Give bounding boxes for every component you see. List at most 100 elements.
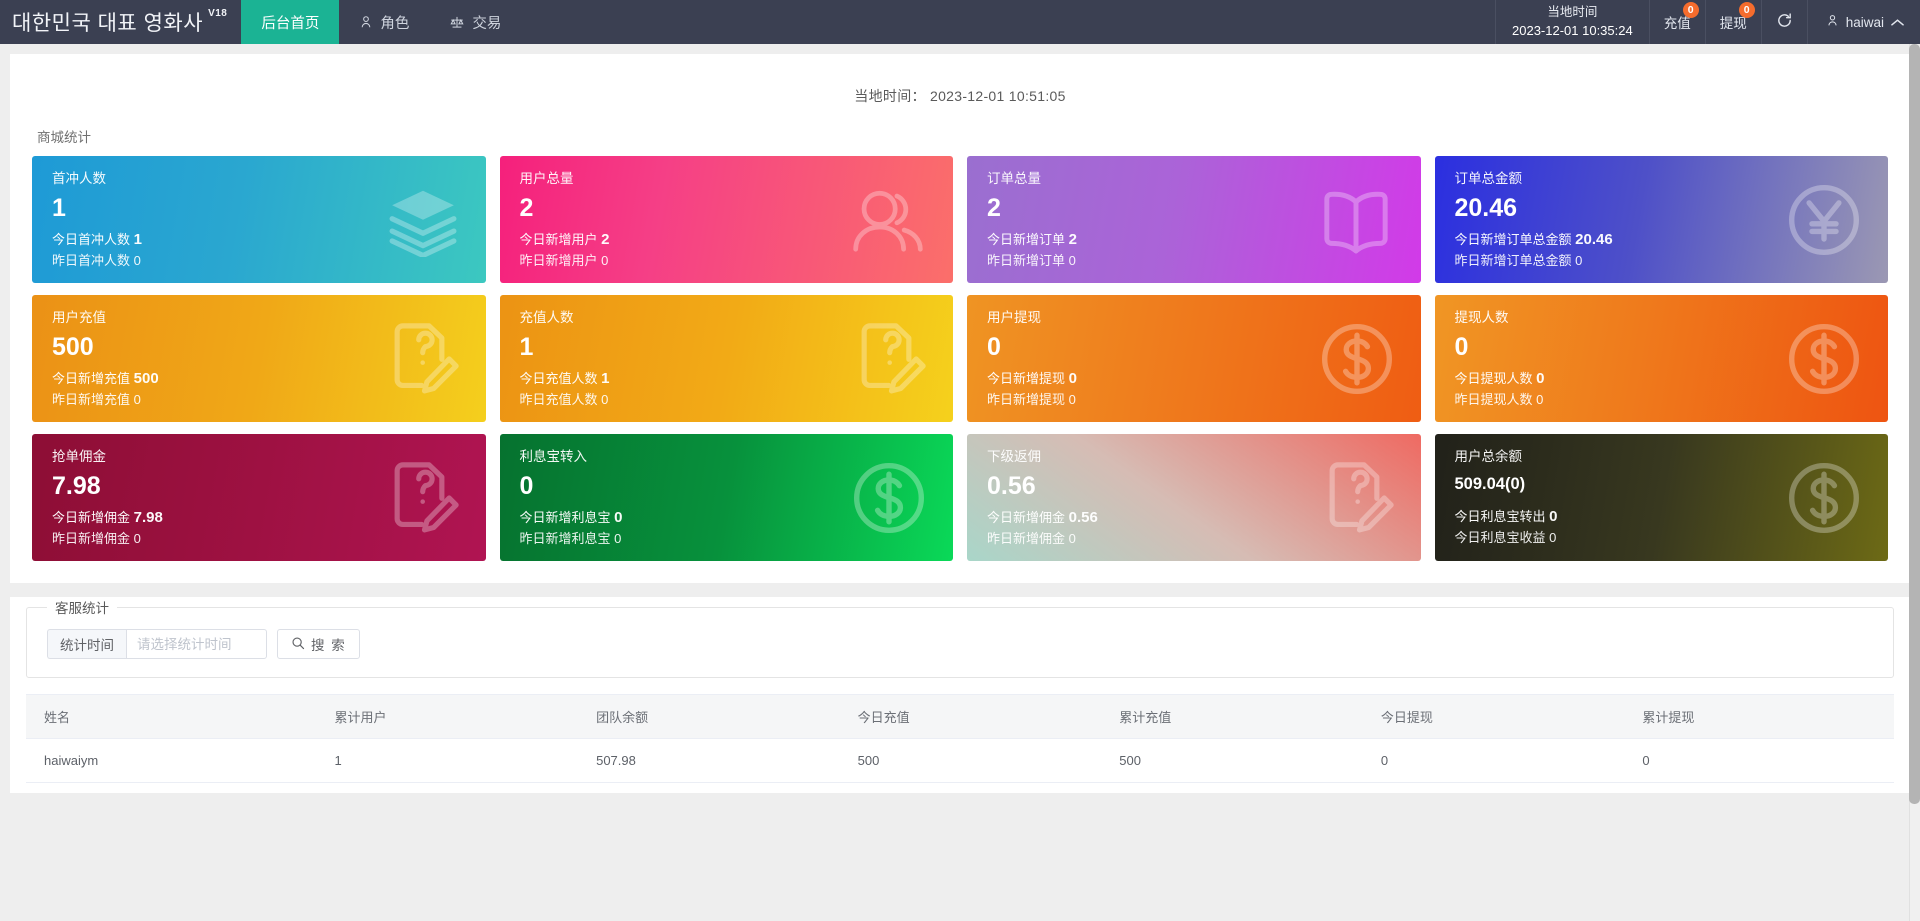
stat-card-today: 今日新增提现 0 (987, 367, 1401, 390)
stat-card-today-label: 今日新增提现 (987, 370, 1066, 386)
stat-card-today-value: 500 (133, 369, 159, 387)
table-column-header: 今日提现 (1370, 694, 1633, 739)
stat-card-today-value: 2 (601, 230, 610, 248)
stat-card-today-value: 0 (1536, 369, 1545, 387)
stat-card-grid: 首冲人数 1 今日首冲人数 1 昨日首冲人数 0 用户总量 2 今日新增用户 2 昨日新增用… (32, 156, 1888, 561)
stat-card-yesterday-value: 0 (133, 253, 141, 268)
stat-card-today: 今日充值人数 1 (520, 367, 934, 390)
statistics-panel: 当地时间： 2023-12-01 10:51:05 商城统计 首冲人数 1 今日首冲… (10, 54, 1910, 583)
filter-row: 统计时间 搜 索 (41, 621, 1879, 663)
page-scrollbar-track[interactable] (1909, 44, 1920, 921)
nav-item-dashboard[interactable]: 后台首页 (241, 0, 340, 44)
withdraw-button[interactable]: 提现 0 (1704, 0, 1761, 44)
stat-card-yesterday-label: 昨日新增订单总金额 (1454, 253, 1572, 268)
stat-card-today-value: 0.56 (1068, 508, 1098, 526)
search-button-label: 搜 索 (311, 638, 347, 653)
stat-card-value: 2 (519, 193, 534, 222)
stat-card-today-value: 0 (1549, 507, 1558, 525)
nav-item-label: 交易 (472, 15, 502, 32)
stat-card-value: 1 (519, 332, 534, 361)
nav-item-label: 角色 (380, 15, 410, 32)
table-cell: haiwaiym (26, 738, 325, 783)
stat-card-yesterday-value: 0 (1068, 531, 1076, 546)
stat-card-yesterday-label: 昨日新增用户 (519, 253, 598, 268)
stat-card-value: 1 (52, 193, 66, 222)
stat-card-title: 用户充值 (52, 310, 106, 325)
brand-logo[interactable]: 대한민국 대표 영화사 V18 (0, 0, 241, 44)
stat-card-yesterday: 昨日新增用户 0 (520, 251, 934, 271)
stat-card-title: 订单总量 (987, 171, 1041, 186)
stat-card: 用户提现 0 今日新增提现 0 昨日新增提现 0 (967, 295, 1421, 422)
stat-card-title: 抢单佣金 (52, 449, 106, 464)
stat-card: 下级返佣 0.56 今日新增佣金 0.56 昨日新增佣金 0 (967, 434, 1421, 561)
local-time-value: 2023-12-01 10:35:24 (1512, 22, 1633, 38)
page-scrollbar-thumb[interactable] (1909, 44, 1920, 804)
table-column-header: 今日充值 (847, 694, 1110, 739)
stat-card-today-label: 今日新增订单 (987, 231, 1066, 247)
user-name: haiwai (1845, 14, 1884, 30)
stat-card-today: 今日新增佣金 7.98 (52, 506, 466, 529)
stat-card: 订单总量 2 今日新增订单 2 昨日新增订单 0 (967, 156, 1421, 283)
stat-card-value: 509.04(0) (1454, 474, 1526, 493)
table-body: haiwaiym 1 507.98 500 500 0 0 (26, 738, 1894, 783)
stat-card: 充值人数 1 今日充值人数 1 昨日充值人数 0 (499, 295, 953, 422)
table-cell: 500 (847, 738, 1110, 783)
stat-card-today-label: 今日新增订单总金额 (1454, 231, 1572, 247)
nav-item-role[interactable]: 角色 (339, 0, 429, 44)
stat-card-today-value: 7.98 (133, 508, 163, 526)
stat-card-value: 0.56 (987, 471, 1036, 500)
stat-card-yesterday-label: 今日利息宝收益 (1454, 530, 1546, 546)
stat-card-today-label: 今日新增充值 (52, 370, 131, 386)
stat-card-yesterday-value: 0 (133, 531, 141, 546)
stat-card-today-label: 今日新增利息宝 (519, 509, 611, 525)
stat-card-yesterday-label: 昨日新增订单 (987, 253, 1066, 268)
table-cell: 0 (1370, 738, 1633, 783)
brand-name: 대한민국 대표 영화사 (12, 12, 204, 35)
stat-card-yesterday: 昨日提现人数 0 (1455, 390, 1869, 410)
page-content: 当地时间： 2023-12-01 10:51:05 商城统计 首冲人数 1 今日首冲… (0, 44, 1920, 921)
stat-card-yesterday-label: 昨日新增佣金 (52, 531, 131, 546)
stat-card: 用户总量 2 今日新增用户 2 昨日新增用户 0 (499, 156, 953, 283)
stat-card-title: 提现人数 (1454, 310, 1509, 325)
search-button[interactable]: 搜 索 (277, 629, 361, 659)
stat-card-title: 充值人数 (519, 310, 574, 325)
stat-card-yesterday-value: 0 (601, 253, 609, 268)
stat-card-today-label: 今日新增佣金 (52, 509, 131, 525)
stat-card-yesterday-value: 0 (614, 531, 622, 546)
stat-card-today-value: 20.46 (1575, 230, 1613, 248)
search-icon (291, 636, 305, 653)
user-menu[interactable]: haiwai (1806, 0, 1920, 44)
nav-item-trade[interactable]: 交易 (429, 0, 521, 44)
customer-service-panel: 客服统计 统计时间 搜 索 姓名累计用户团队余额今日充值累计 (10, 597, 1910, 793)
withdraw-badge: 0 (1738, 2, 1755, 18)
stat-card-today: 今日首冲人数 1 (52, 228, 466, 251)
person-icon (359, 15, 373, 29)
local-time-display: 当地时间 2023-12-01 10:35:24 (1495, 0, 1649, 44)
stat-card-yesterday-label: 昨日充值人数 (519, 392, 598, 407)
table-row[interactable]: haiwaiym 1 507.98 500 500 0 0 (26, 738, 1894, 783)
table-column-header: 团队余额 (586, 694, 848, 739)
local-time-label: 当地时间 (1547, 5, 1598, 20)
stat-card-value: 0 (1454, 332, 1469, 361)
stat-card-today-label: 今日首冲人数 (52, 231, 131, 247)
stat-card-title: 下级返佣 (987, 449, 1041, 464)
stat-time-input[interactable] (126, 629, 267, 659)
stat-card: 订单总金额 20.46 今日新增订单总金额 20.46 昨日新增订单总金额 0 (1434, 156, 1888, 283)
stat-card-yesterday-label: 昨日新增提现 (987, 392, 1066, 407)
refresh-button[interactable] (1760, 0, 1807, 44)
scales-icon (449, 15, 465, 29)
stat-card-yesterday: 昨日新增佣金 0 (52, 529, 466, 549)
stat-card-today: 今日新增订单 2 (987, 228, 1401, 251)
stat-card-yesterday-value: 0 (1575, 253, 1583, 268)
stat-card-title: 用户总量 (519, 171, 574, 186)
stat-card-yesterday: 昨日新增充值 0 (52, 390, 466, 410)
stat-card-today-value: 0 (614, 508, 623, 526)
stat-card-yesterday: 昨日新增订单 0 (987, 251, 1401, 271)
stat-card-yesterday-value: 0 (1549, 530, 1557, 546)
top-navbar: 대한민국 대표 영화사 V18 后台首页 角色 交易 当地时间 2023-12-… (0, 0, 1920, 44)
main-nav: 后台首页 角色 交易 (241, 0, 521, 44)
recharge-button[interactable]: 充值 0 (1648, 0, 1705, 44)
stat-card-today: 今日新增用户 2 (520, 228, 934, 251)
stat-card-title: 利息宝转入 (519, 449, 588, 464)
customer-service-fieldset: 客服统计 统计时间 搜 索 (26, 597, 1894, 678)
